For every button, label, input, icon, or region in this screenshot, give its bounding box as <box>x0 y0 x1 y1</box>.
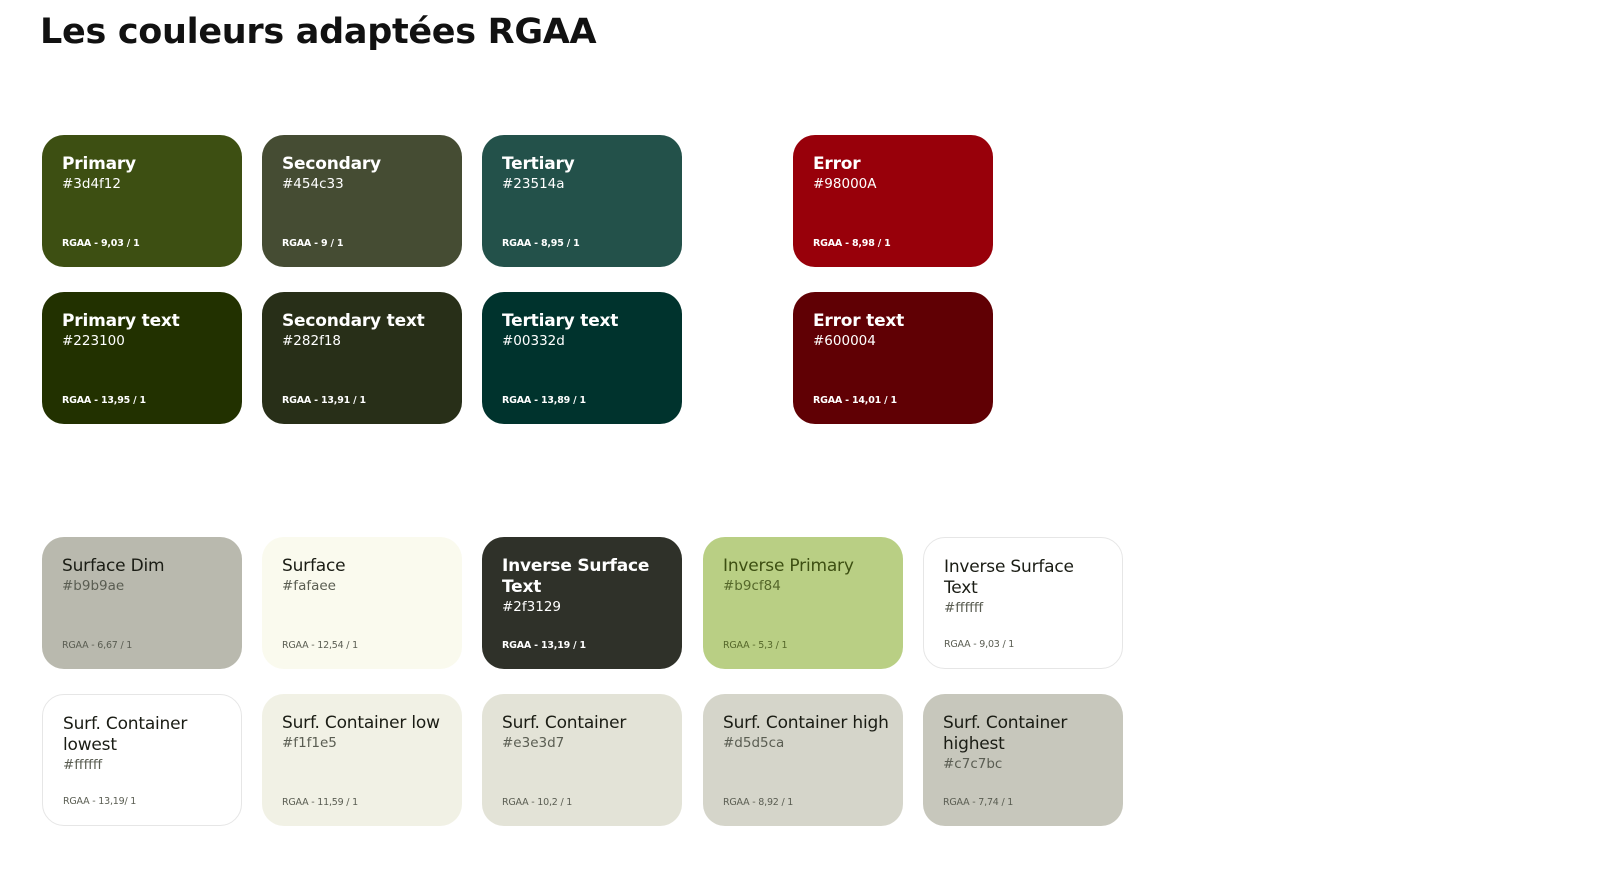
swatch-contrast-ratio: RGAA - 7,74 / 1 <box>943 797 1014 808</box>
swatch-hex: #600004 <box>813 333 876 349</box>
swatch-inverse-surface-text: Inverse Surface Text #2f3129 RGAA - 13,1… <box>482 537 682 669</box>
swatch-contrast-ratio: RGAA - 12,54 / 1 <box>282 640 358 651</box>
swatch-hex: #454c33 <box>282 176 344 192</box>
swatch-hex: #f1f1e5 <box>282 735 337 751</box>
swatch-name: Surface <box>282 556 346 576</box>
swatch-name: Secondary <box>282 154 381 174</box>
swatch-container: Surf. Container #e3e3d7 RGAA - 10,2 / 1 <box>482 694 682 826</box>
swatch-name: Inverse Surface Text <box>502 556 650 597</box>
swatch-container-highest: Surf. Container highest #c7c7bc RGAA - 7… <box>923 694 1123 826</box>
swatch-name: Surface Dim <box>62 556 165 576</box>
swatch-hex: #e3e3d7 <box>502 735 565 751</box>
swatch-surface-dim: Surface Dim #b9b9ae RGAA - 6,67 / 1 <box>42 537 242 669</box>
swatch-name: Surf. Container highest <box>943 713 1068 754</box>
swatch-inverse-primary: Inverse Primary #b9cf84 RGAA - 5,3 / 1 <box>703 537 903 669</box>
swatch-contrast-ratio: RGAA - 9,03 / 1 <box>944 639 1015 650</box>
swatch-contrast-ratio: RGAA - 13,19 / 1 <box>502 640 586 651</box>
swatch-name: Surf. Container low <box>282 713 440 733</box>
swatch-hex: #282f18 <box>282 333 342 349</box>
swatch-hex: #c7c7bc <box>943 756 1003 772</box>
swatch-contrast-ratio: RGAA - 10,2 / 1 <box>502 797 573 808</box>
swatch-hex: #2f3129 <box>502 599 562 615</box>
swatch-secondary: Secondary #454c33 RGAA - 9 / 1 <box>262 135 462 267</box>
swatch-hex: #23514a <box>502 176 565 192</box>
swatch-contrast-ratio: RGAA - 8,95 / 1 <box>502 238 580 249</box>
swatch-name: Secondary text <box>282 311 425 331</box>
swatch-name: Surf. Container high <box>723 713 889 733</box>
swatch-hex: #ffffff <box>944 600 984 616</box>
swatch-hex: #d5d5ca <box>723 735 785 751</box>
swatch-name: Error <box>813 154 861 174</box>
swatch-hex: #fafaee <box>282 578 336 594</box>
swatch-secondary-text: Secondary text #282f18 RGAA - 13,91 / 1 <box>262 292 462 424</box>
swatch-contrast-ratio: RGAA - 13,95 / 1 <box>62 395 146 406</box>
swatch-hex: #98000A <box>813 176 877 192</box>
swatch-name: Inverse Surface Text <box>944 557 1074 598</box>
swatch-name: Tertiary text <box>502 311 619 331</box>
swatch-primary: Primary #3d4f12 RGAA - 9,03 / 1 <box>42 135 242 267</box>
swatch-error-text: Error text #600004 RGAA - 14,01 / 1 <box>793 292 993 424</box>
swatch-contrast-ratio: RGAA - 9,03 / 1 <box>62 238 140 249</box>
color-palette-page: Les couleurs adaptées RGAA Primary #3d4f… <box>0 0 1600 869</box>
swatch-primary-text: Primary text #223100 RGAA - 13,95 / 1 <box>42 292 242 424</box>
swatch-hex: #3d4f12 <box>62 176 121 192</box>
swatch-name: Surf. Container lowest <box>63 714 188 755</box>
swatch-contrast-ratio: RGAA - 11,59 / 1 <box>282 797 358 808</box>
swatch-contrast-ratio: RGAA - 6,67 / 1 <box>62 640 133 651</box>
swatch-contrast-ratio: RGAA - 14,01 / 1 <box>813 395 897 406</box>
swatch-name: Primary <box>62 154 136 174</box>
swatch-contrast-ratio: RGAA - 9 / 1 <box>282 238 344 249</box>
swatch-hex: #ffffff <box>63 757 103 773</box>
page-title: Les couleurs adaptées RGAA <box>40 12 597 52</box>
swatch-name: Error text <box>813 311 905 331</box>
swatch-container-low: Surf. Container low #f1f1e5 RGAA - 11,59… <box>262 694 462 826</box>
swatch-contrast-ratio: RGAA - 13,91 / 1 <box>282 395 366 406</box>
swatch-tertiary: Tertiary #23514a RGAA - 8,95 / 1 <box>482 135 682 267</box>
swatch-surface: Surface #fafaee RGAA - 12,54 / 1 <box>262 537 462 669</box>
swatch-contrast-ratio: RGAA - 5,3 / 1 <box>723 640 788 651</box>
swatch-inverse-surface-text-light: Inverse Surface Text #ffffff RGAA - 9,03… <box>923 537 1123 669</box>
swatch-hex: #b9cf84 <box>723 578 781 594</box>
swatch-name: Surf. Container <box>502 713 627 733</box>
swatch-contrast-ratio: RGAA - 8,98 / 1 <box>813 238 891 249</box>
swatch-hex: #00332d <box>502 333 565 349</box>
swatch-tertiary-text: Tertiary text #00332d RGAA - 13,89 / 1 <box>482 292 682 424</box>
swatch-hex: #b9b9ae <box>62 578 125 594</box>
swatch-name: Tertiary <box>502 154 575 174</box>
swatch-name: Inverse Primary <box>723 556 854 576</box>
swatch-contrast-ratio: RGAA - 13,89 / 1 <box>502 395 586 406</box>
swatch-container-high: Surf. Container high #d5d5ca RGAA - 8,92… <box>703 694 903 826</box>
swatch-hex: #223100 <box>62 333 125 349</box>
swatch-name: Primary text <box>62 311 180 331</box>
swatch-error: Error #98000A RGAA - 8,98 / 1 <box>793 135 993 267</box>
swatch-contrast-ratio: RGAA - 8,92 / 1 <box>723 797 794 808</box>
swatch-contrast-ratio: RGAA - 13,19/ 1 <box>63 796 137 807</box>
swatch-container-lowest: Surf. Container lowest #ffffff RGAA - 13… <box>42 694 242 826</box>
